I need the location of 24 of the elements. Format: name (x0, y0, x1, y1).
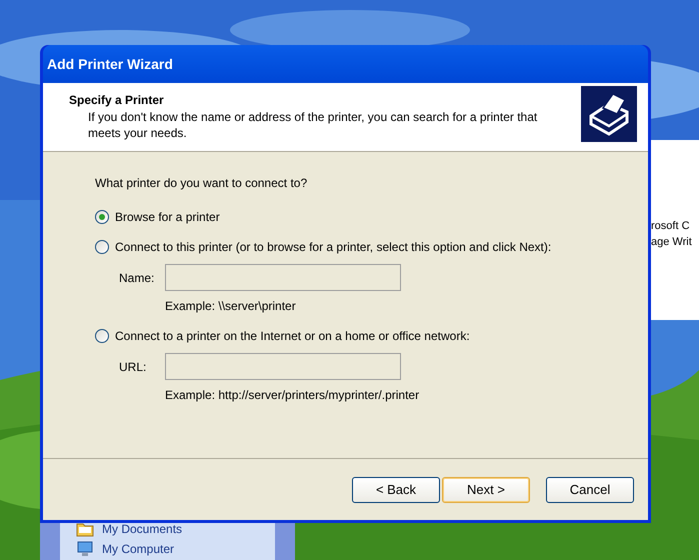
option-label[interactable]: Browse for a printer (115, 208, 220, 226)
start-menu-item[interactable]: My Computer (76, 540, 275, 558)
window-title: Add Printer Wizard (47, 54, 173, 74)
radio-button[interactable] (95, 240, 109, 254)
example-text: Example: http://server/printers/myprinter/.printer (165, 387, 420, 404)
wizard-button[interactable]: Cancel (546, 477, 634, 503)
wizard-button[interactable]: Next > (442, 477, 530, 503)
option-label[interactable]: Connect to this printer (or to browse for a printer, select this option and click Next): (115, 238, 552, 256)
header-title: Specify a Printer (69, 92, 165, 109)
computer-icon (76, 541, 94, 557)
example-text: Example: \\server\printer (165, 298, 297, 315)
wizard-button[interactable]: < Back (352, 477, 440, 503)
radio-button[interactable] (95, 329, 109, 343)
question-text: What printer do you want to connect to? (95, 175, 308, 192)
folder-icon (76, 521, 94, 537)
radio-button[interactable] (95, 210, 109, 224)
window-text: age Writ (651, 235, 693, 250)
header-description: If you don't know the name or address of the printer, you can search for a printer that meets your needs. (87, 109, 538, 141)
field-label: URL: (118, 358, 148, 376)
field-label: Name: (118, 270, 156, 286)
option-label[interactable]: Connect to a printer on the Internet or on a home or office network: (115, 327, 470, 345)
window-text: rosoft C (651, 219, 691, 234)
start-menu-item[interactable]: My Documents (76, 520, 275, 538)
printer-icon (581, 86, 637, 142)
